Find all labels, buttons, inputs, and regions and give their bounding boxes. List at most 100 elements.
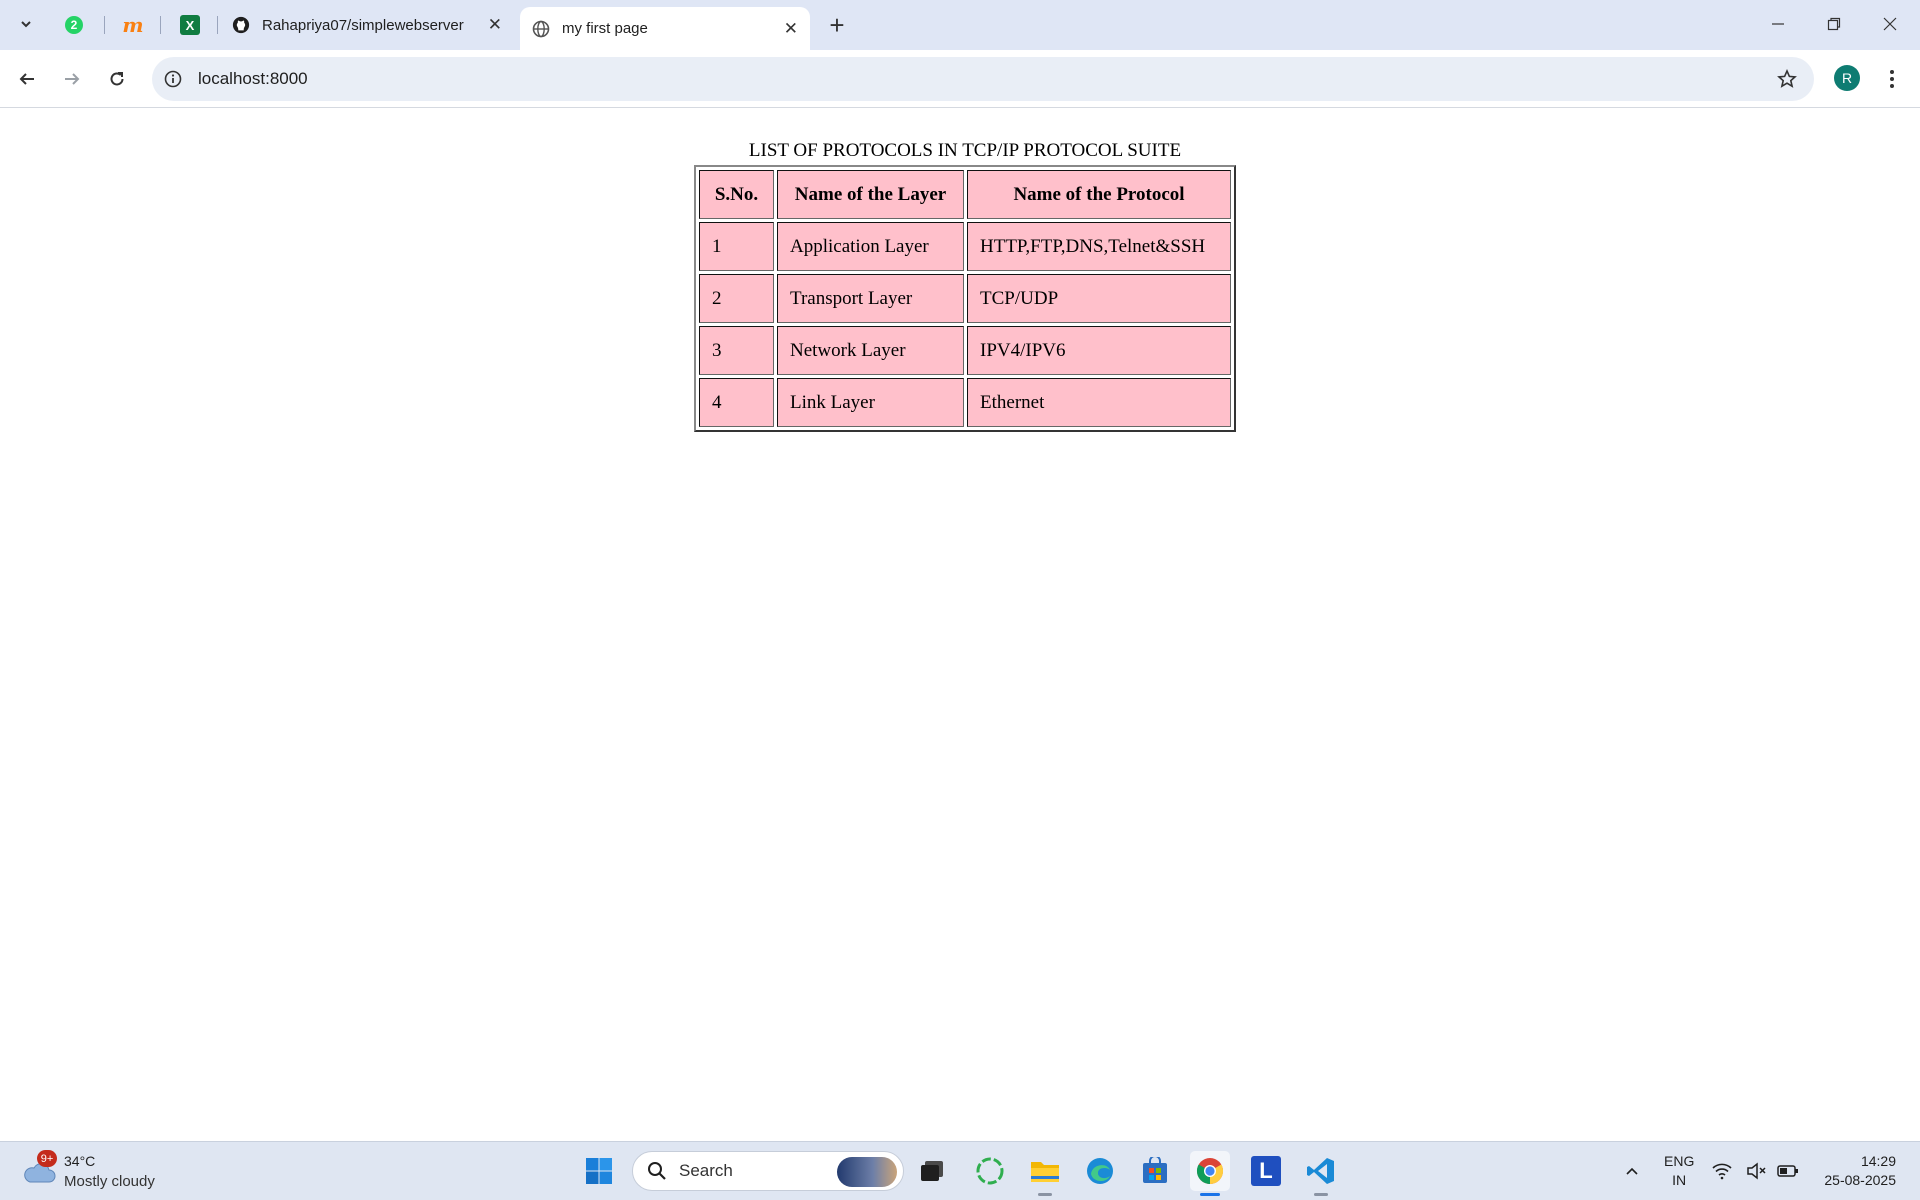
cell-sno: 1 [699, 222, 774, 271]
page-viewport: LIST OF PROTOCOLS IN TCP/IP PROTOCOL SUI… [0, 108, 1920, 1141]
restore-button[interactable] [1814, 6, 1854, 42]
input-language[interactable]: ENG IN [1664, 1152, 1694, 1190]
browser-menu-button[interactable] [1880, 64, 1904, 94]
active-indicator [1200, 1193, 1220, 1196]
plus-icon: + [829, 9, 845, 40]
volume-button[interactable] [1741, 1151, 1771, 1191]
l-app-icon: L [1251, 1156, 1281, 1186]
tab-title: my first page [562, 20, 648, 37]
bookmark-star-icon[interactable] [1776, 68, 1798, 90]
network-button[interactable] [1707, 1151, 1737, 1191]
arrow-left-icon [19, 73, 34, 85]
language-code: ENG [1664, 1153, 1695, 1169]
tab-strip: 2 m X Rahapriya07/simplewebserver ✕ my f… [0, 0, 1920, 50]
cell-sno: 2 [699, 274, 774, 323]
pinned-tab-excel[interactable]: X [170, 10, 210, 40]
restore-icon [1827, 17, 1841, 31]
cell-protocol: IPV4/IPV6 [967, 326, 1231, 375]
table-row: 1 Application Layer HTTP,FTP,DNS,Telnet&… [699, 222, 1231, 271]
cell-protocol: Ethernet [967, 378, 1231, 427]
taskbar-app-vscode[interactable] [1301, 1151, 1341, 1196]
search-icon [648, 1162, 666, 1180]
taskbar-app-task-view[interactable] [912, 1151, 952, 1191]
taskbar-app-file-explorer[interactable] [1025, 1151, 1065, 1196]
profile-avatar[interactable]: R [1834, 65, 1860, 91]
copilot-icon [976, 1157, 1004, 1185]
reload-button[interactable] [102, 64, 132, 94]
start-button[interactable] [579, 1151, 619, 1191]
taskbar-app-store[interactable] [1135, 1151, 1175, 1191]
battery-button[interactable] [1773, 1151, 1803, 1191]
edge-icon [1087, 1158, 1113, 1184]
pinned-tab-whatsapp[interactable]: 2 [54, 10, 94, 40]
table-caption: LIST OF PROTOCOLS IN TCP/IP PROTOCOL SUI… [748, 140, 1182, 161]
table-row: 2 Transport Layer TCP/UDP [699, 274, 1231, 323]
protocol-table: LIST OF PROTOCOLS IN TCP/IP PROTOCOL SUI… [694, 140, 1236, 432]
github-icon [232, 16, 250, 34]
chevron-up-icon [1626, 1167, 1638, 1175]
table-row: 3 Network Layer IPV4/IPV6 [699, 326, 1231, 375]
more-vert-icon [1890, 70, 1894, 88]
address-bar[interactable]: localhost:8000 [152, 57, 1814, 101]
tab-github[interactable]: Rahapriya07/simplewebserver ✕ [220, 7, 514, 43]
chevron-down-icon [21, 21, 31, 28]
close-icon [1883, 17, 1897, 31]
header-layer: Name of the Layer [777, 170, 964, 219]
moodle-icon: m [122, 13, 144, 37]
weather-condition: Mostly cloudy [64, 1173, 155, 1190]
file-explorer-icon [1031, 1162, 1059, 1182]
table-header-row: S.No. Name of the Layer Name of the Prot… [699, 170, 1231, 219]
cell-layer: Network Layer [777, 326, 964, 375]
cell-sno: 4 [699, 378, 774, 427]
vscode-icon [1307, 1158, 1334, 1184]
header-sno: S.No. [699, 170, 774, 219]
weather-widget[interactable]: 9+ 34°C Mostly cloudy [22, 1150, 172, 1194]
cell-layer: Transport Layer [777, 274, 964, 323]
taskbar-app-edge[interactable] [1080, 1151, 1120, 1191]
minimize-icon [1772, 23, 1784, 25]
whatsapp-badge-icon: 2 [65, 16, 83, 34]
taskbar-app-chrome[interactable] [1190, 1151, 1230, 1196]
chrome-icon [1196, 1158, 1224, 1185]
new-tab-button[interactable]: + [822, 10, 852, 40]
show-hidden-icons-button[interactable] [1612, 1151, 1652, 1191]
tab-active-my-first-page[interactable]: my first page ✕ [520, 7, 810, 50]
weather-temp: 34°C [64, 1153, 96, 1169]
running-indicator [1038, 1193, 1052, 1196]
taskbar-app-copilot[interactable] [970, 1151, 1010, 1191]
store-icon [1143, 1157, 1167, 1183]
clock-time: 14:29 [1860, 1153, 1896, 1169]
close-window-button[interactable] [1870, 6, 1910, 42]
weather-badge: 9+ [37, 1150, 57, 1167]
minimize-button[interactable] [1758, 6, 1798, 42]
taskbar-app-l[interactable]: L [1246, 1151, 1286, 1191]
volume-muted-icon [1747, 1162, 1766, 1180]
site-info-icon[interactable] [162, 68, 184, 90]
pinned-tab-moodle[interactable]: m [113, 10, 153, 40]
search-label: Search [679, 1161, 733, 1180]
arrow-right-icon [65, 73, 80, 85]
globe-icon [532, 20, 550, 38]
close-tab-icon[interactable]: ✕ [784, 19, 798, 39]
forward-button[interactable] [57, 64, 87, 94]
cell-layer: Application Layer [777, 222, 964, 271]
running-indicator [1314, 1193, 1328, 1196]
cell-layer: Link Layer [777, 378, 964, 427]
tab-separator [160, 16, 161, 34]
clock-date: 25-08-2025 [1824, 1172, 1896, 1188]
back-button[interactable] [12, 64, 42, 94]
region-code: IN [1672, 1172, 1687, 1188]
wifi-icon [1712, 1163, 1732, 1180]
windows-taskbar: 9+ 34°C Mostly cloudy Search L ENG IN 14… [0, 1141, 1920, 1200]
cell-protocol: TCP/UDP [967, 274, 1231, 323]
reload-icon [110, 72, 124, 86]
table-row: 4 Link Layer Ethernet [699, 378, 1231, 427]
tab-search-button[interactable] [12, 10, 40, 38]
address-text[interactable]: localhost:8000 [198, 69, 308, 89]
system-clock[interactable]: 14:29 25-08-2025 [1810, 1152, 1896, 1190]
cell-sno: 3 [699, 326, 774, 375]
search-highlight-image [837, 1157, 897, 1187]
excel-icon: X [180, 15, 200, 35]
taskbar-search[interactable]: Search [632, 1151, 904, 1191]
close-tab-icon[interactable]: ✕ [488, 15, 502, 35]
